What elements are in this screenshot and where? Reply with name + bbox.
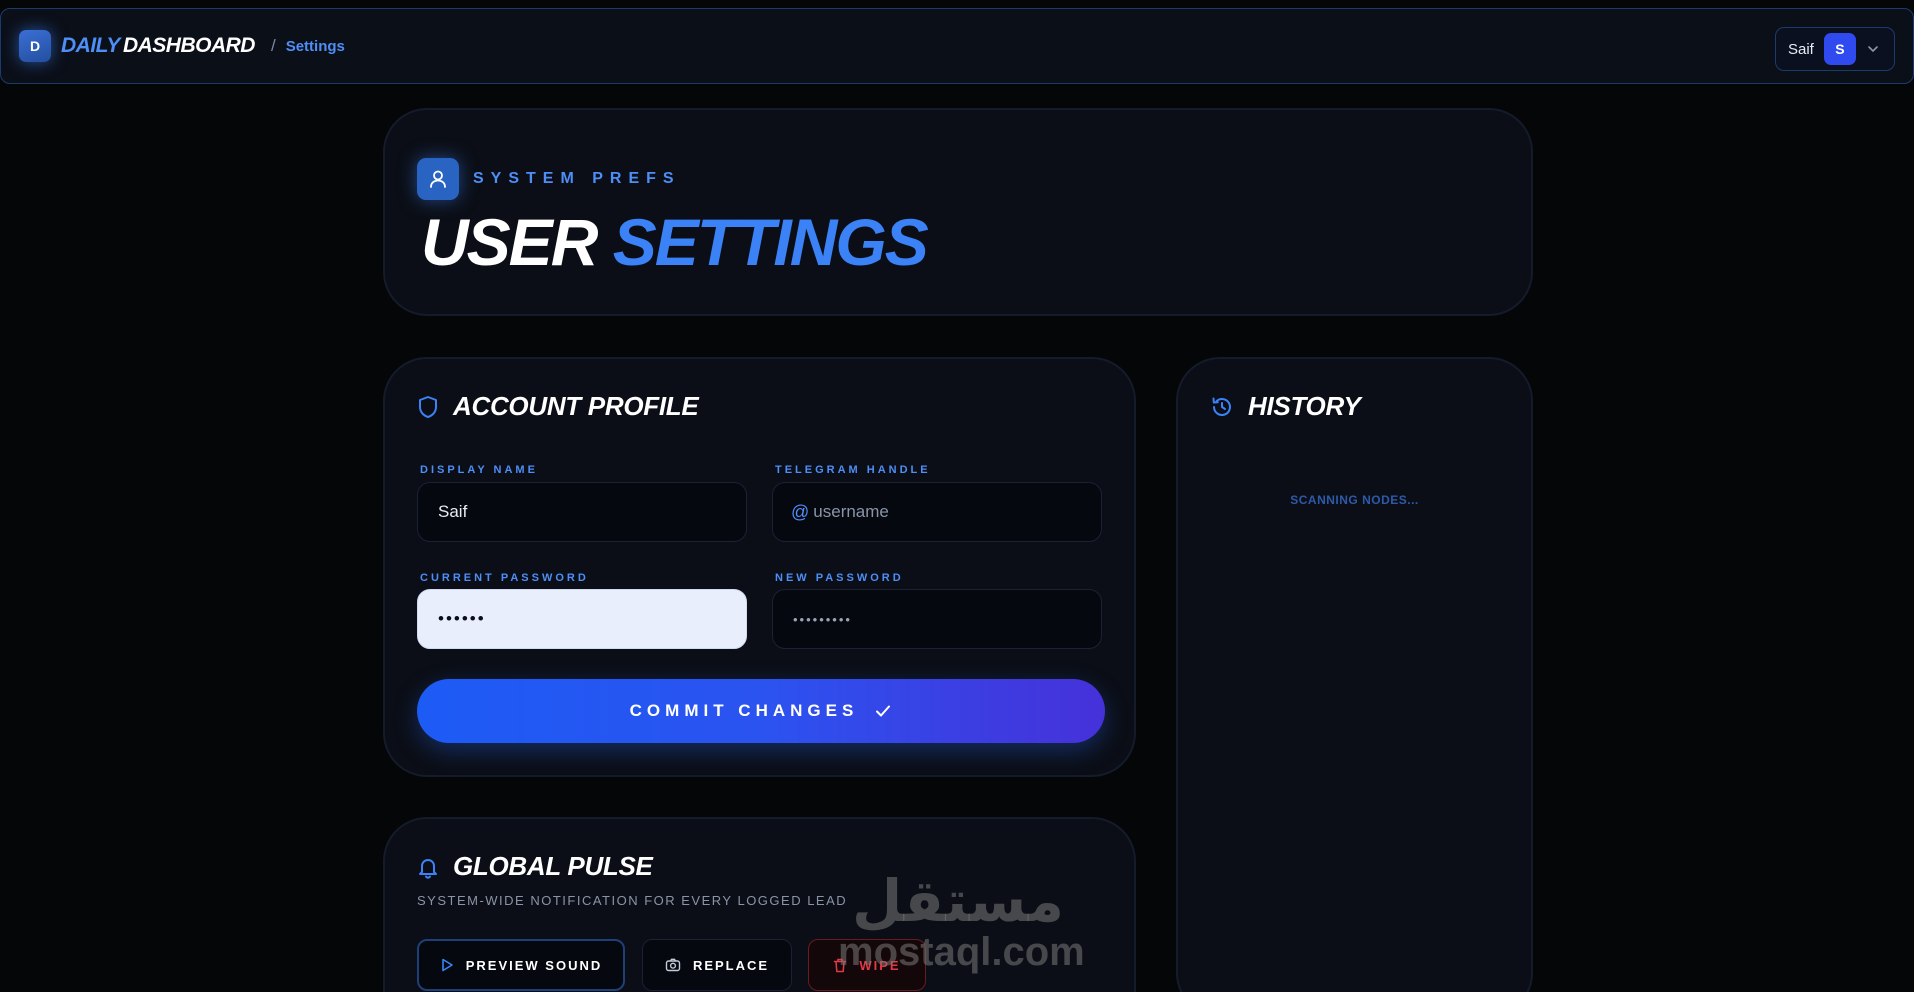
replace-label: REPLACE	[692, 957, 770, 973]
display-name-label: DISPLAY NAME	[420, 464, 538, 476]
page-title: USER SETTINGS	[421, 202, 929, 282]
history-card: HISTORY SCANNING NODES...	[1176, 357, 1533, 992]
preview-sound-label: PREVIEW SOUND	[465, 957, 603, 973]
new-password-placeholder: •••••••••	[793, 611, 852, 627]
breadcrumb-current: Settings	[285, 37, 345, 55]
history-title: HISTORY	[1248, 391, 1361, 421]
telegram-handle-placeholder: username	[813, 502, 889, 521]
current-password-label: CURRENT PASSWORD	[420, 572, 589, 584]
page-title-part1: USER	[421, 205, 598, 279]
avatar: S	[1823, 33, 1856, 65]
avatar-initial: S	[1835, 41, 1845, 57]
history-status: SCANNING NODES...	[1290, 493, 1419, 507]
replace-button[interactable]: REPLACE	[642, 939, 792, 991]
wipe-label: WIPE	[859, 957, 901, 973]
account-profile-header: ACCOUNT PROFILE	[417, 391, 699, 422]
brand-title[interactable]: DAILY DASHBOARD	[61, 34, 255, 58]
top-navbar: D DAILY DASHBOARD / Settings Saif S	[0, 8, 1914, 84]
page-title-part2: SETTINGS	[612, 205, 929, 279]
shield-icon	[419, 395, 437, 418]
new-password-field[interactable]: •••••••••	[772, 589, 1102, 649]
chevron-down-icon	[1868, 46, 1878, 53]
global-pulse-title: GLOBAL PULSE	[453, 851, 653, 881]
check-icon	[876, 705, 891, 717]
global-pulse-card: GLOBAL PULSE SYSTEM-WIDE NOTIFICATION FO…	[383, 817, 1136, 992]
global-pulse-subtitle: SYSTEM-WIDE NOTIFICATION FOR EVERY LOGGE…	[417, 893, 848, 908]
breadcrumb-separator: /	[270, 36, 276, 55]
display-name-value: Saif	[438, 502, 468, 521]
current-password-value: ••••••	[438, 609, 486, 628]
user-menu[interactable]: Saif S	[1775, 27, 1895, 71]
current-password-field[interactable]: ••••••	[417, 589, 747, 649]
commit-changes-label: COMMIT CHANGES	[629, 701, 859, 720]
trash-icon	[834, 958, 847, 972]
history-header: HISTORY	[1210, 391, 1361, 422]
telegram-handle-field[interactable]: @ username	[772, 482, 1102, 542]
settings-hero-card: SYSTEM PREFS USER SETTINGS	[383, 108, 1533, 316]
account-profile-title: ACCOUNT PROFILE	[453, 391, 699, 421]
global-pulse-header: GLOBAL PULSE	[417, 851, 653, 882]
user-icon	[417, 158, 459, 200]
history-icon	[1212, 397, 1231, 416]
user-name: Saif	[1788, 40, 1814, 58]
camera-icon	[665, 958, 681, 972]
commit-changes-button[interactable]: COMMIT CHANGES	[417, 679, 1105, 743]
play-icon	[441, 958, 453, 972]
at-sign-icon: @	[791, 501, 810, 522]
logo-letter: D	[29, 38, 41, 54]
preview-sound-button[interactable]: PREVIEW SOUND	[417, 939, 625, 991]
bell-icon	[419, 858, 437, 879]
telegram-handle-label: TELEGRAM HANDLE	[775, 464, 931, 476]
logo-badge[interactable]: D	[19, 30, 51, 62]
brand-part1: DAILY	[61, 34, 120, 57]
brand-part2: DASHBOARD	[122, 34, 256, 57]
wipe-button[interactable]: WIPE	[808, 939, 926, 991]
display-name-field[interactable]: Saif	[417, 482, 747, 542]
new-password-label: NEW PASSWORD	[775, 572, 904, 584]
account-profile-card: ACCOUNT PROFILE DISPLAY NAME Saif TELEGR…	[383, 357, 1136, 777]
hero-kicker: SYSTEM PREFS	[473, 170, 681, 187]
